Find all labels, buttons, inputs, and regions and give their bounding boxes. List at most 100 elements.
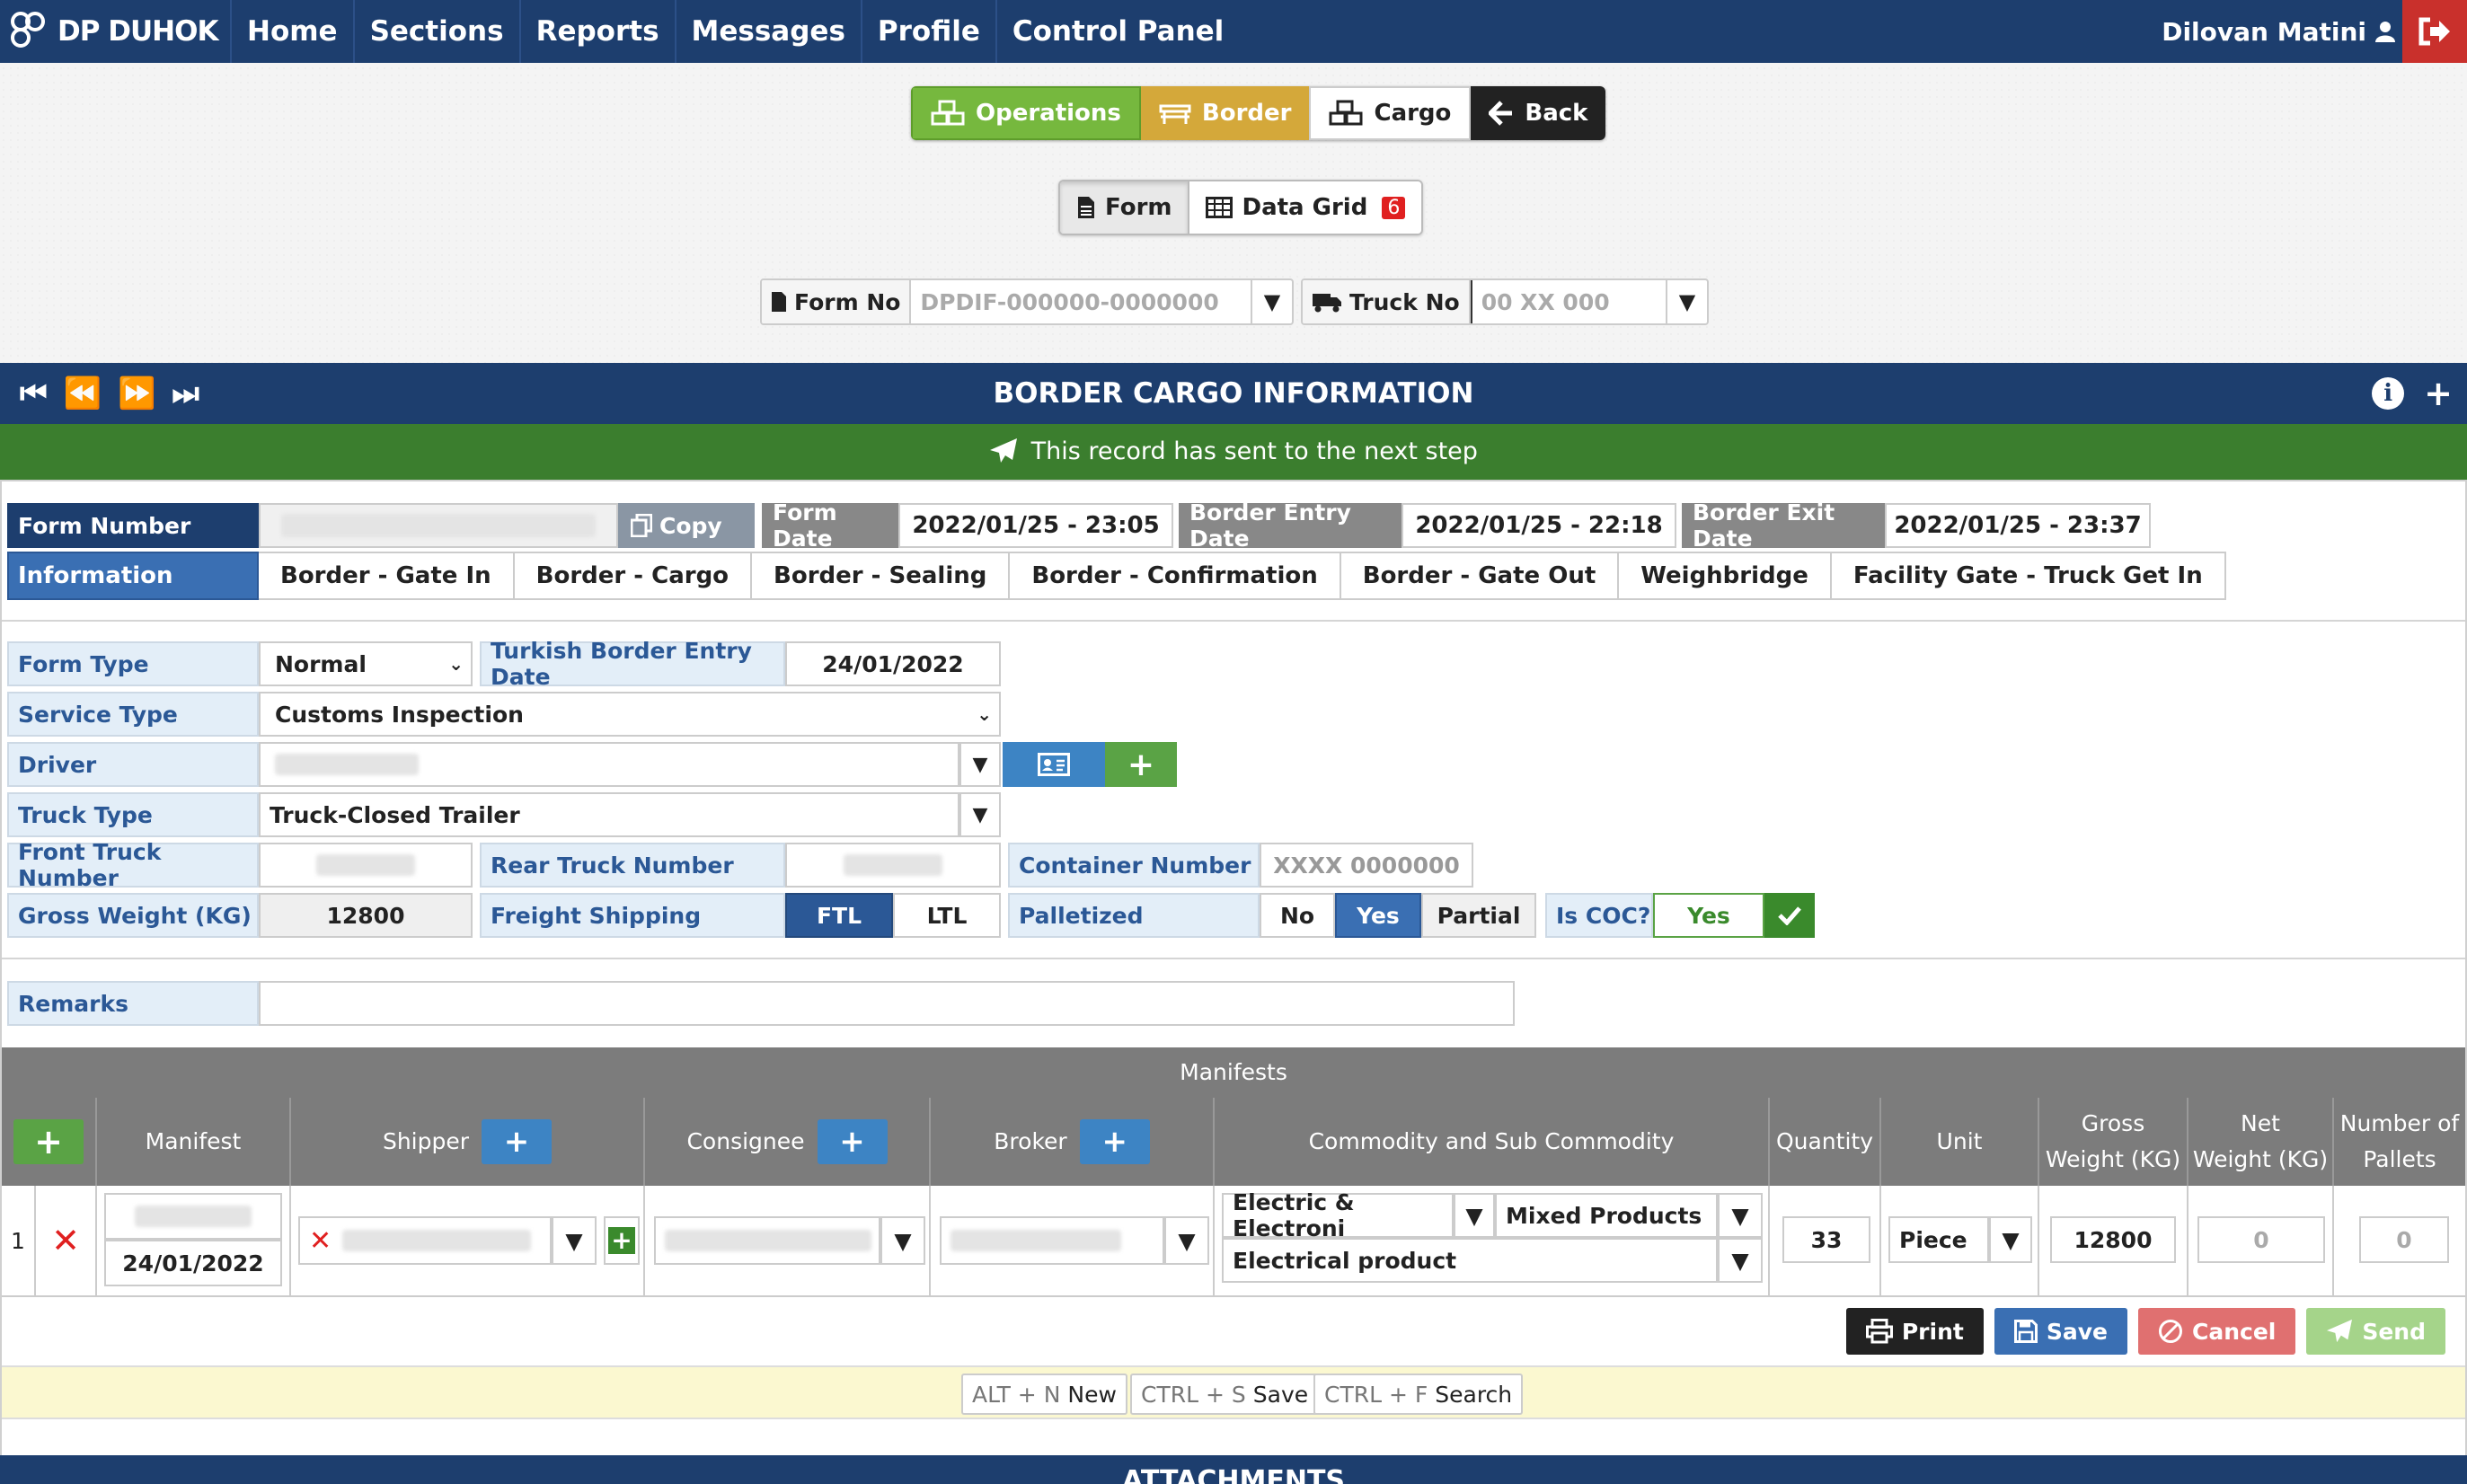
nav-profile[interactable]: Profile (860, 0, 995, 63)
form-date-label: Form Date (762, 499, 898, 552)
panel-tools: i + (2372, 363, 2453, 424)
freight-ftl-option[interactable]: FTL (785, 893, 893, 938)
save-button[interactable]: Save (1994, 1308, 2127, 1355)
border-exit-date-value: 2022/01/25 - 23:37 (1885, 503, 2151, 548)
close-icon[interactable]: ✕ (51, 1221, 80, 1260)
row-index-cell: 1 (2, 1186, 34, 1295)
manifest-number-input[interactable] (104, 1193, 282, 1240)
commodity-select[interactable]: Electric & Electroni (1222, 1189, 1454, 1241)
quantity-cell: 33 (1768, 1186, 1879, 1295)
chevron-down-icon[interactable]: ▼ (1718, 1238, 1763, 1283)
chevron-down-icon[interactable]: ▼ (1164, 1216, 1209, 1265)
shortcut-new[interactable]: ALT + N New (961, 1374, 1127, 1415)
gross-weight-input[interactable]: 12800 (2050, 1216, 2176, 1263)
chevron-down-icon[interactable]: ▼ (552, 1216, 597, 1265)
add-shipper-button[interactable]: + (482, 1119, 553, 1164)
chevron-down-icon[interactable]: ▼ (959, 792, 1001, 837)
tab-border-sealing[interactable]: Border - Sealing (752, 552, 1011, 600)
brand[interactable]: DP DUHOK (0, 0, 230, 63)
rear-truck-number-label: Rear Truck Number (480, 843, 785, 888)
tab-border-confirmation[interactable]: Border - Confirmation (1010, 552, 1341, 600)
chevron-down-icon[interactable]: ▼ (1251, 280, 1292, 323)
nav-messages[interactable]: Messages (674, 0, 861, 63)
rear-truck-number-input[interactable] (785, 843, 1001, 888)
logout-icon (2418, 17, 2450, 46)
close-icon[interactable]: ✕ (309, 1225, 332, 1257)
driver-card-button[interactable] (1003, 742, 1105, 787)
consignee-input[interactable] (654, 1216, 880, 1265)
user-menu[interactable]: Dilovan Matini (2162, 0, 2395, 63)
nav-control-panel[interactable]: Control Panel (995, 0, 1239, 63)
tab-border-gate-in[interactable]: Border - Gate In (259, 552, 515, 600)
manifest-add-cell: + (2, 1098, 95, 1186)
unit-select[interactable]: Piece (1888, 1216, 1989, 1263)
shortcut-save[interactable]: CTRL + S Save (1130, 1374, 1320, 1415)
chevron-down-icon[interactable]: ▼ (1718, 1193, 1763, 1238)
info-icon[interactable]: i (2372, 377, 2405, 410)
operations-label: Operations (976, 100, 1121, 127)
chevron-down-icon[interactable]: ▼ (1989, 1216, 2032, 1263)
shortcut-search[interactable]: CTRL + F Search (1313, 1374, 1524, 1415)
col-gross-weight: Gross Weight (KG) (2038, 1098, 2187, 1186)
product-select[interactable]: Electrical product (1222, 1238, 1718, 1283)
form-view-button[interactable]: Form (1060, 181, 1190, 234)
add-shipper-icon[interactable]: + (604, 1216, 640, 1265)
palletized-partial-option[interactable]: Partial (1421, 893, 1536, 938)
freight-ltl-option[interactable]: LTL (893, 893, 1001, 938)
border-entry-date-label: Border Entry Date (1179, 499, 1402, 552)
status-banner: This record has sent to the next step (0, 424, 2467, 480)
is-coc-value[interactable]: Yes (1653, 893, 1764, 938)
form-no-input[interactable]: DPDIF-000000-0000000 (911, 280, 1251, 323)
form-date-value: 2022/01/25 - 23:05 (898, 503, 1173, 548)
tab-information[interactable]: Information (7, 552, 259, 600)
nav-reports[interactable]: Reports (518, 0, 675, 63)
form-type-select[interactable]: Normal ⌄ (259, 641, 473, 686)
tab-weighbridge[interactable]: Weighbridge (1619, 552, 1832, 600)
col-consignee: Consignee + (643, 1098, 929, 1186)
palletized-yes-option[interactable]: Yes (1335, 893, 1421, 938)
number-of-pallets-input[interactable]: 0 (2359, 1216, 2449, 1263)
copy-button[interactable]: Copy (618, 503, 755, 548)
add-broker-button[interactable]: + (1079, 1119, 1150, 1164)
print-button[interactable]: Print (1845, 1308, 1984, 1355)
truck-type-input[interactable]: Truck-Closed Trailer (259, 792, 959, 837)
shipper-cell: ✕ ▼ + (289, 1186, 643, 1295)
chevron-down-icon[interactable]: ▼ (880, 1216, 925, 1265)
container-number-input[interactable]: XXXX 0000000 (1260, 843, 1473, 888)
back-button[interactable]: Back (1471, 86, 1606, 140)
check-icon[interactable] (1764, 893, 1815, 938)
palletized-no-option[interactable]: No (1260, 893, 1335, 938)
remarks-input[interactable] (259, 981, 1515, 1026)
chevron-down-icon[interactable]: ▼ (1666, 280, 1707, 323)
chevron-down-icon[interactable]: ▼ (959, 742, 1001, 787)
chevron-down-icon[interactable]: ▼ (1454, 1193, 1495, 1238)
send-button[interactable]: Send (2306, 1308, 2445, 1355)
logout-button[interactable] (2402, 0, 2467, 63)
truck-no-input[interactable]: 00 XX 000 (1470, 280, 1666, 323)
tab-border-cargo[interactable]: Border - Cargo (514, 552, 753, 600)
net-weight-input[interactable]: 0 (2197, 1216, 2325, 1263)
broker-input[interactable] (940, 1216, 1164, 1265)
front-truck-number-input[interactable] (259, 843, 473, 888)
add-manifest-button[interactable]: + (13, 1119, 84, 1164)
quantity-input[interactable]: 33 (1782, 1216, 1870, 1263)
sub-commodity-select[interactable]: Mixed Products (1495, 1193, 1718, 1238)
nav-home[interactable]: Home (230, 0, 353, 63)
manifest-date-input[interactable]: 24/01/2022 (104, 1240, 282, 1286)
data-grid-button[interactable]: Data Grid 6 (1189, 181, 1422, 234)
tab-border-gate-out[interactable]: Border - Gate Out (1340, 552, 1620, 600)
truck-no-lookup: Truck No 00 XX 000 ▼ (1301, 278, 1709, 325)
nav-sections[interactable]: Sections (352, 0, 519, 63)
border-button[interactable]: Border (1140, 86, 1310, 140)
add-consignee-button[interactable]: + (817, 1119, 888, 1164)
driver-input[interactable] (259, 742, 959, 787)
turkish-border-entry-date-input[interactable]: 24/01/2022 (785, 641, 1001, 686)
cancel-button[interactable]: Cancel (2137, 1308, 2296, 1355)
tab-facility-gate-truck-get-in[interactable]: Facility Gate - Truck Get In (1831, 552, 2226, 600)
shipper-input[interactable]: ✕ (298, 1216, 552, 1265)
operations-button[interactable]: Operations (911, 86, 1141, 140)
cargo-button[interactable]: Cargo (1309, 86, 1472, 140)
add-driver-button[interactable]: + (1105, 742, 1177, 787)
add-icon[interactable]: + (2424, 374, 2453, 413)
service-type-select[interactable]: Customs Inspection ⌄ (259, 692, 1001, 737)
